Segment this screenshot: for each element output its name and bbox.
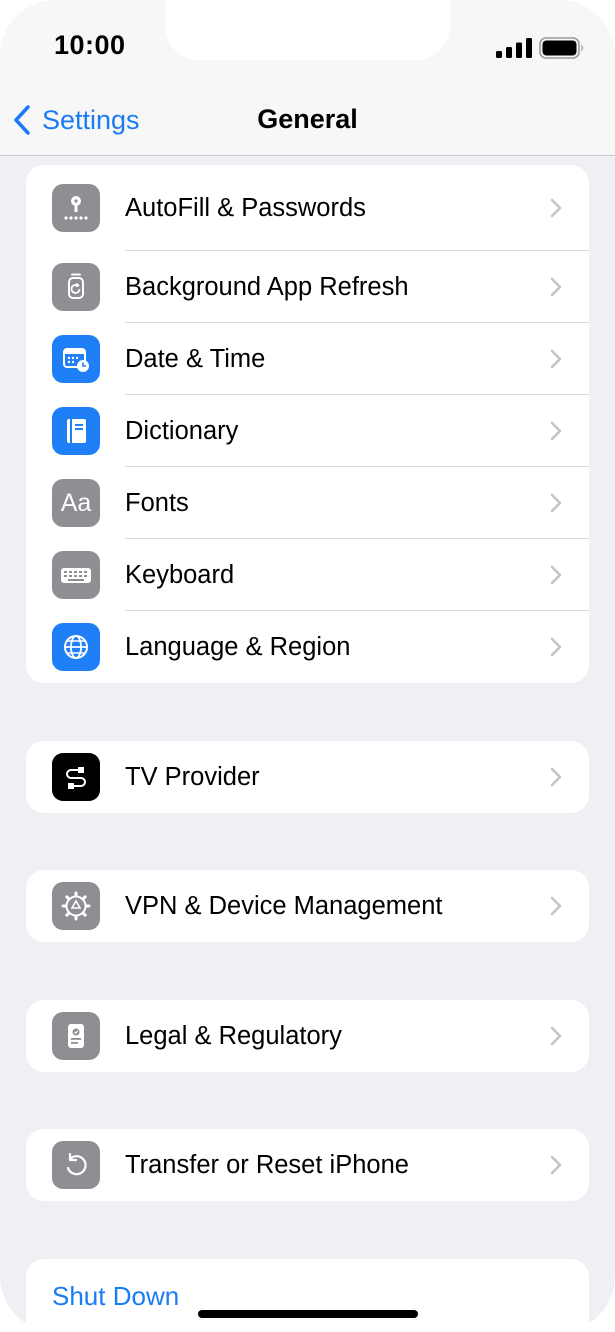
chevron-right-icon xyxy=(550,198,562,218)
row-label: AutoFill & Passwords xyxy=(125,193,366,222)
status-time: 10:00 xyxy=(54,30,126,60)
row-label: TV Provider xyxy=(125,762,260,791)
document-badge-icon xyxy=(52,1012,100,1060)
shut-down-button[interactable]: Shut Down xyxy=(52,1281,179,1312)
settings-group-general: AutoFill & Passwords Background App Refr… xyxy=(26,165,589,683)
notch xyxy=(165,0,450,60)
row-autofill-passwords[interactable]: AutoFill & Passwords xyxy=(26,165,589,251)
settings-group-reset: Transfer or Reset iPhone xyxy=(26,1129,589,1201)
row-label: VPN & Device Management xyxy=(125,891,443,920)
row-legal-regulatory[interactable]: Legal & Regulatory xyxy=(26,1000,589,1072)
tv-provider-icon xyxy=(52,753,100,801)
chevron-right-icon xyxy=(550,349,562,369)
settings-group-tv-provider: TV Provider xyxy=(26,741,589,813)
chevron-right-icon xyxy=(550,277,562,297)
row-label: Transfer or Reset iPhone xyxy=(125,1150,409,1179)
row-vpn-device-management[interactable]: VPN & Device Management xyxy=(26,870,589,942)
gear-icon xyxy=(52,882,100,930)
battery-icon xyxy=(539,37,583,59)
settings-group-shutdown: Shut Down xyxy=(26,1259,589,1332)
book-icon xyxy=(52,407,100,455)
home-indicator[interactable] xyxy=(198,1310,418,1318)
row-label: Legal & Regulatory xyxy=(125,1021,342,1050)
keyboard-icon xyxy=(52,551,100,599)
row-dictionary[interactable]: Dictionary xyxy=(26,395,589,467)
chevron-right-icon xyxy=(550,637,562,657)
globe-icon xyxy=(52,623,100,671)
chevron-right-icon xyxy=(550,896,562,916)
row-label: Dictionary xyxy=(125,416,239,445)
chevron-right-icon xyxy=(550,565,562,585)
row-label: Background App Refresh xyxy=(125,272,409,301)
row-label: Date & Time xyxy=(125,344,266,373)
settings-group-legal: Legal & Regulatory xyxy=(26,1000,589,1072)
calendar-clock-icon xyxy=(52,335,100,383)
row-tv-provider[interactable]: TV Provider xyxy=(26,741,589,813)
navigation-header: 10:00 Settings General xyxy=(0,0,615,156)
cellular-signal-icon xyxy=(496,38,532,58)
reset-icon xyxy=(52,1141,100,1189)
page-title: General xyxy=(257,104,358,134)
row-label: Fonts xyxy=(125,488,189,517)
fonts-icon-glyph: Aa xyxy=(60,488,92,517)
row-language-region[interactable]: Language & Region xyxy=(26,611,589,683)
row-label: Language & Region xyxy=(125,632,351,661)
row-keyboard[interactable]: Keyboard xyxy=(26,539,589,611)
fonts-icon: Aa xyxy=(52,479,100,527)
chevron-right-icon xyxy=(550,421,562,441)
row-transfer-reset[interactable]: Transfer or Reset iPhone xyxy=(26,1129,589,1201)
row-label: Keyboard xyxy=(125,560,235,589)
settings-group-vpn: VPN & Device Management xyxy=(26,870,589,942)
row-fonts[interactable]: Aa Fonts xyxy=(26,467,589,539)
key-icon xyxy=(52,184,100,232)
chevron-right-icon xyxy=(550,767,562,787)
chevron-right-icon xyxy=(550,1155,562,1175)
chevron-right-icon xyxy=(550,1026,562,1046)
refresh-icon xyxy=(52,263,100,311)
row-background-app-refresh[interactable]: Background App Refresh xyxy=(26,251,589,323)
row-date-time[interactable]: Date & Time xyxy=(26,323,589,395)
phone-screen: 10:00 Settings General AutoFill & Passwo… xyxy=(0,0,615,1332)
chevron-right-icon xyxy=(550,493,562,513)
